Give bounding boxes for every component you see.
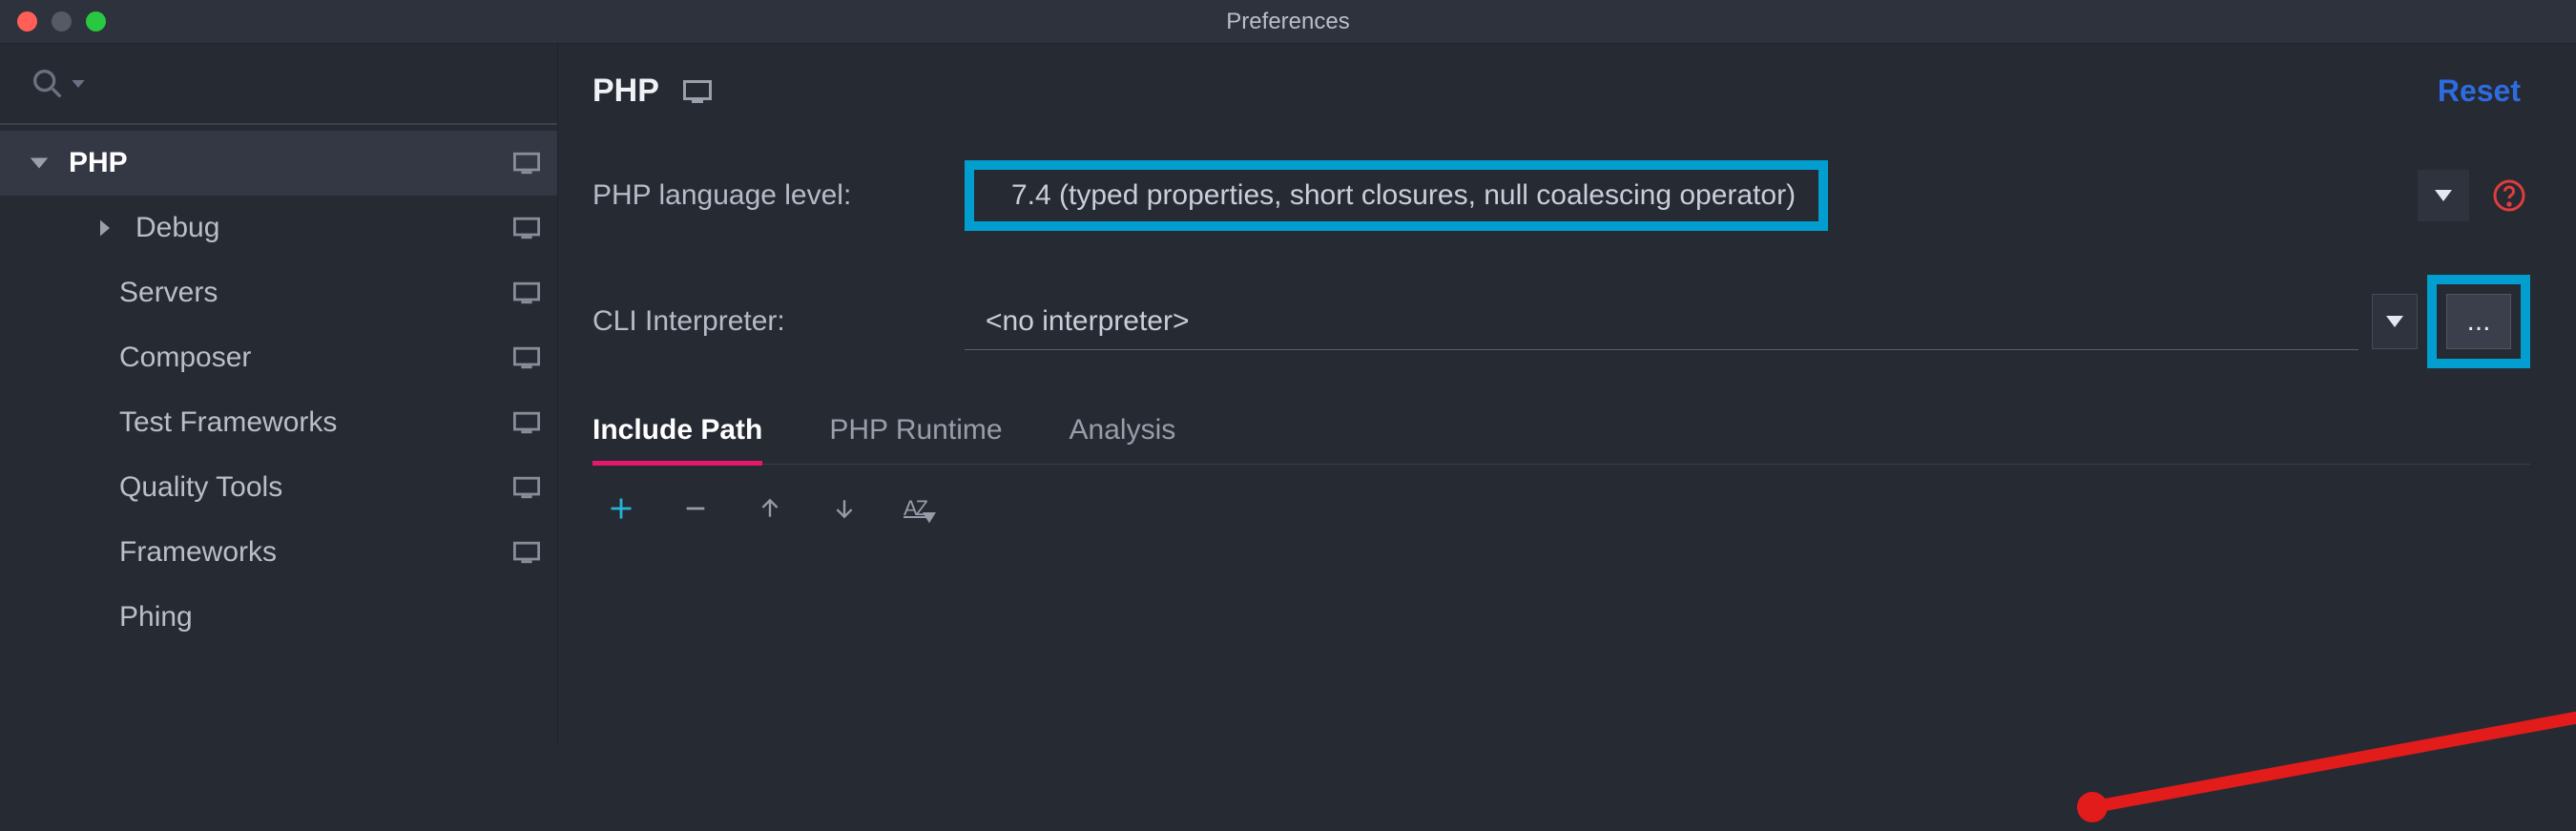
tab-analysis[interactable]: Analysis	[1070, 414, 1176, 464]
sidebar-item-composer[interactable]: Composer	[0, 325, 557, 390]
sidebar-item-phing[interactable]: Phing	[0, 585, 557, 650]
zoom-window-button[interactable]	[86, 11, 106, 31]
annotation-arrow	[2075, 621, 2576, 831]
sidebar-item-label: Quality Tools	[29, 471, 513, 504]
project-scope-icon	[513, 217, 540, 239]
include-path-toolbar: AZ	[592, 493, 2530, 524]
php-language-level-dropdown-trigger[interactable]	[2418, 170, 2469, 221]
annotation-highlight: 7.4 (typed properties, short closures, n…	[965, 160, 1828, 231]
php-language-level-dropdown[interactable]: 7.4 (typed properties, short closures, n…	[998, 170, 1809, 221]
close-window-button[interactable]	[17, 11, 37, 31]
sidebar-item-label: Composer	[29, 342, 513, 374]
reset-link[interactable]: Reset	[2438, 73, 2521, 109]
sidebar-item-debug[interactable]: Debug	[0, 196, 557, 260]
move-down-button[interactable]	[829, 493, 860, 524]
sidebar-item-frameworks[interactable]: Frameworks	[0, 520, 557, 585]
cli-interpreter-row: CLI Interpreter: <no interpreter> ...	[592, 288, 2530, 355]
titlebar: Preferences	[0, 0, 2576, 43]
tabs: Include Path PHP Runtime Analysis	[592, 414, 2530, 465]
cli-interpreter-dropdown[interactable]: <no interpreter>	[965, 293, 2358, 350]
cli-interpreter-dropdown-trigger[interactable]	[2372, 294, 2418, 349]
search-icon[interactable]	[29, 65, 86, 103]
sidebar-item-label: PHP	[69, 147, 513, 179]
sidebar-item-test-frameworks[interactable]: Test Frameworks	[0, 390, 557, 455]
project-scope-icon	[513, 281, 540, 304]
project-scope-icon	[513, 411, 540, 434]
chevron-down-icon	[29, 153, 69, 174]
sidebar: PHP Debug Servers	[0, 44, 558, 744]
sidebar-item-servers[interactable]: Servers	[0, 260, 557, 325]
tab-php-runtime[interactable]: PHP Runtime	[829, 414, 1002, 464]
sidebar-search-row	[0, 44, 557, 125]
project-scope-icon	[513, 541, 540, 564]
chevron-right-icon	[95, 218, 135, 238]
sidebar-item-label: Servers	[29, 277, 513, 309]
sidebar-item-label: Debug	[135, 212, 513, 244]
minimize-window-button[interactable]	[52, 11, 72, 31]
page-header: PHP Reset	[592, 73, 2530, 110]
add-button[interactable]	[606, 493, 636, 524]
sidebar-item-php[interactable]: PHP	[0, 131, 557, 196]
settings-tree: PHP Debug Servers	[0, 125, 557, 650]
sort-button[interactable]: AZ	[904, 493, 926, 524]
page-title: PHP	[592, 73, 659, 110]
cli-interpreter-value: <no interpreter>	[986, 305, 1189, 338]
move-up-button[interactable]	[755, 493, 785, 524]
php-language-level-value: 7.4 (typed properties, short closures, n…	[1011, 179, 1796, 212]
sidebar-item-label: Test Frameworks	[29, 406, 513, 439]
cli-interpreter-browse-button[interactable]: ...	[2446, 294, 2511, 349]
cli-interpreter-label: CLI Interpreter:	[592, 305, 965, 338]
sidebar-item-label: Frameworks	[29, 536, 513, 569]
php-language-level-row: PHP language level: 7.4 (typed propertie…	[592, 162, 2530, 229]
help-icon[interactable]	[2488, 175, 2530, 217]
project-scope-icon	[513, 346, 540, 369]
annotation-highlight: ...	[2427, 275, 2530, 368]
remove-button[interactable]	[680, 493, 711, 524]
window-controls	[17, 11, 106, 31]
sidebar-item-quality-tools[interactable]: Quality Tools	[0, 455, 557, 520]
main-panel: PHP Reset PHP language level: 7.4 (typed…	[558, 44, 2576, 744]
window-title: Preferences	[1226, 9, 1349, 35]
project-scope-icon	[683, 79, 712, 104]
project-scope-icon	[513, 152, 540, 175]
sidebar-item-label: Phing	[29, 601, 540, 634]
tab-include-path[interactable]: Include Path	[592, 414, 762, 464]
project-scope-icon	[513, 476, 540, 499]
php-language-level-label: PHP language level:	[592, 179, 965, 212]
